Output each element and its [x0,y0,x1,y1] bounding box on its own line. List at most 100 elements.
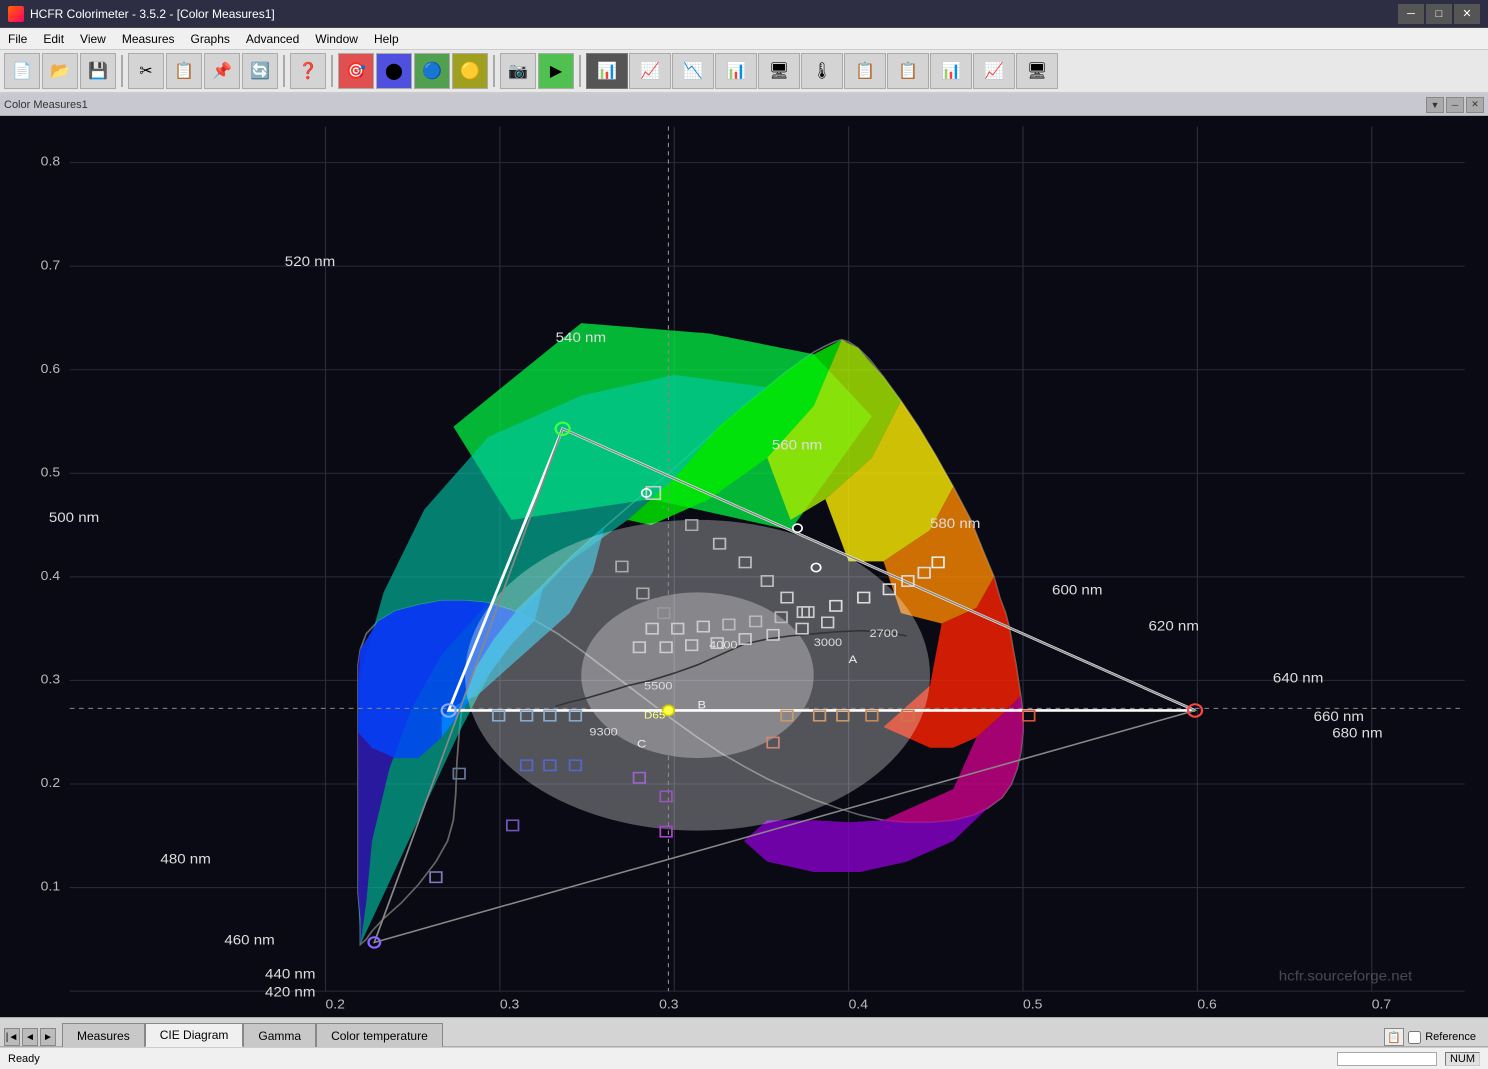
svg-text:5500: 5500 [644,679,673,692]
svg-text:0.5: 0.5 [41,465,60,479]
svg-text:660 nm: 660 nm [1314,710,1364,725]
camera-button[interactable]: 📷 [500,53,536,89]
color4-button[interactable]: 🟡 [452,53,488,89]
svg-text:2700: 2700 [870,627,899,640]
tab-navigation: |◄ ◄ ► [4,1028,56,1046]
reference-area: 📋 Reference [1384,1028,1484,1046]
menu-graphs[interactable]: Graphs [183,30,238,48]
tab-scroll-left-start[interactable]: |◄ [4,1028,20,1046]
view-btn-10[interactable]: 📈 [973,53,1015,89]
ref-icon[interactable]: 📋 [1384,1028,1404,1046]
svg-text:680 nm: 680 nm [1332,726,1382,741]
cut-button[interactable]: ✂ [128,53,164,89]
svg-text:4000: 4000 [709,638,738,651]
view-btn-9[interactable]: 📊 [930,53,972,89]
cie-svg: 520 nm 540 nm 560 nm 500 nm 580 nm 600 n… [0,116,1488,1017]
svg-text:0.2: 0.2 [326,997,345,1011]
color1-button[interactable]: 🎯 [338,53,374,89]
toolbar-separator-2 [283,55,285,87]
svg-text:480 nm: 480 nm [160,852,210,867]
svg-text:420 nm: 420 nm [265,985,315,1000]
inner-restore[interactable]: ▼ [1426,97,1444,113]
tab-bar: |◄ ◄ ► Measures CIE Diagram Gamma Color … [0,1017,1488,1047]
inner-close[interactable]: ✕ [1466,97,1484,113]
window-controls: ─ □ ✕ [1398,4,1480,24]
tab-cie-diagram[interactable]: CIE Diagram [145,1023,244,1047]
svg-text:540 nm: 540 nm [556,330,606,345]
svg-text:3000: 3000 [814,636,843,649]
svg-text:460 nm: 460 nm [224,933,274,948]
play-button[interactable]: ▶ [538,53,574,89]
title-bar: HCFR Colorimeter - 3.5.2 - [Color Measur… [0,0,1488,28]
svg-text:560 nm: 560 nm [772,438,822,453]
import-button[interactable]: 🔄 [242,53,278,89]
tab-color-temperature[interactable]: Color temperature [316,1023,443,1047]
svg-text:440 nm: 440 nm [265,967,315,982]
toolbar-separator-4 [493,55,495,87]
color2-button[interactable]: ⬤ [376,53,412,89]
help-button[interactable]: ❓ [290,53,326,89]
tab-scroll-left[interactable]: ◄ [22,1028,38,1046]
svg-text:0.5: 0.5 [1023,997,1042,1011]
svg-text:0.4: 0.4 [849,997,868,1011]
view-btn-5[interactable]: 🖥 [758,53,800,89]
tab-gamma[interactable]: Gamma [243,1023,316,1047]
menu-help[interactable]: Help [366,30,407,48]
app-icon [8,6,24,22]
reference-label: Reference [1425,1031,1476,1043]
svg-text:D65: D65 [644,710,665,721]
reference-checkbox[interactable] [1408,1031,1421,1044]
svg-text:0.3: 0.3 [41,672,60,686]
cie-diagram: 520 nm 540 nm 560 nm 500 nm 580 nm 600 n… [0,116,1488,1017]
inner-title-bar: Color Measures1 ▼ ─ ✕ [0,94,1488,116]
tab-measures[interactable]: Measures [62,1023,145,1047]
progress-bar [1337,1052,1437,1066]
view-btn-1[interactable]: 📊 [586,53,628,89]
toolbar: 📄 📂 💾 ✂ 📋 📌 🔄 ❓ 🎯 ⬤ 🔵 🟡 📷 ▶ 📊 📈 📉 📊 🖥 🌡 … [0,50,1488,94]
view-btn-6[interactable]: 🌡 [801,53,843,89]
menu-measures[interactable]: Measures [114,30,183,48]
view-btn-2[interactable]: 📈 [629,53,671,89]
save-button[interactable]: 💾 [80,53,116,89]
tab-scroll-right[interactable]: ► [40,1028,56,1046]
color3-button[interactable]: 🔵 [414,53,450,89]
svg-text:B: B [698,698,707,711]
view-btn-7[interactable]: 📋 [844,53,886,89]
view-btn-4[interactable]: 📊 [715,53,757,89]
view-buttons: 📊 📈 📉 📊 🖥 🌡 📋 📋 📊 📈 🖥 [586,53,1058,89]
copy-button[interactable]: 📋 [166,53,202,89]
maximize-button[interactable]: □ [1426,4,1452,24]
minimize-button[interactable]: ─ [1398,4,1424,24]
svg-text:0.8: 0.8 [41,154,60,168]
svg-text:C: C [637,737,647,750]
svg-text:0.3: 0.3 [500,997,519,1011]
toolbar-separator-3 [331,55,333,87]
view-btn-11[interactable]: 🖥 [1016,53,1058,89]
menu-bar: File Edit View Measures Graphs Advanced … [0,28,1488,50]
svg-text:0.6: 0.6 [1197,997,1216,1011]
status-bar: Ready NUM [0,1047,1488,1069]
svg-text:520 nm: 520 nm [285,255,335,270]
svg-text:0.4: 0.4 [41,569,60,583]
view-btn-3[interactable]: 📉 [672,53,714,89]
svg-text:A: A [849,652,859,665]
svg-text:500 nm: 500 nm [49,511,99,526]
inner-controls: ▼ ─ ✕ [1426,97,1484,113]
toolbar-separator-1 [121,55,123,87]
view-btn-8[interactable]: 📋 [887,53,929,89]
menu-advanced[interactable]: Advanced [238,30,307,48]
num-indicator: NUM [1445,1052,1480,1066]
new-button[interactable]: 📄 [4,53,40,89]
svg-text:0.6: 0.6 [41,362,60,376]
menu-edit[interactable]: Edit [35,30,72,48]
inner-minimize[interactable]: ─ [1446,97,1464,113]
watermark-text: hcfr.sourceforge.net [1279,969,1412,984]
close-button[interactable]: ✕ [1454,4,1480,24]
paste-button[interactable]: 📌 [204,53,240,89]
menu-file[interactable]: File [0,30,35,48]
menu-window[interactable]: Window [307,30,366,48]
open-button[interactable]: 📂 [42,53,78,89]
svg-text:0.2: 0.2 [41,776,60,790]
menu-view[interactable]: View [72,30,114,48]
svg-text:9300: 9300 [589,725,618,738]
